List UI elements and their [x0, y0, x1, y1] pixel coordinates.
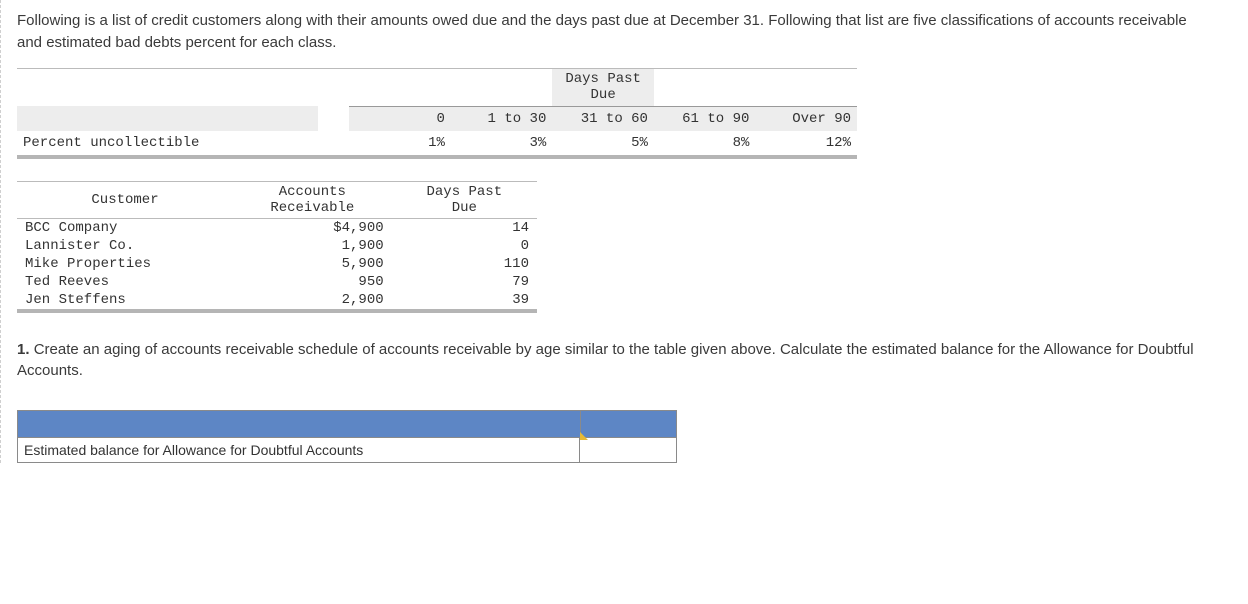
empty-cell [755, 69, 857, 107]
answer-header-bar [17, 410, 677, 437]
percent-row-label: Percent uncollectible [17, 131, 318, 155]
days-header: Days PastDue [392, 182, 537, 219]
customer-table-wrap: Customer AccountsReceivable Days PastDue… [17, 181, 537, 313]
customer-days: 14 [392, 218, 537, 237]
customer-header: Customer [17, 182, 233, 219]
customer-ar: 5,900 [233, 255, 392, 273]
customer-name: Ted Reeves [17, 273, 233, 291]
days-header-label: Days PastDue [427, 184, 503, 216]
percent-header-row-2: 0 1 to 30 31 to 60 61 to 90 Over 90 [17, 106, 857, 131]
bucket-header: 1 to 30 [451, 106, 552, 131]
answer-row: Estimated balance for Allowance for Doub… [17, 437, 677, 463]
customer-days: 79 [392, 273, 537, 291]
gap-cell [318, 106, 350, 131]
bucket-header: Over 90 [755, 106, 857, 131]
gap-cell [318, 131, 350, 155]
customer-ar: $4,900 [233, 218, 392, 237]
customer-header-label: Customer [91, 192, 158, 208]
customer-name: Mike Properties [17, 255, 233, 273]
empty-cell [349, 69, 450, 107]
question-paragraph: 1. Create an aging of accounts receivabl… [17, 339, 1194, 383]
question-text: Create an aging of accounts receivable s… [17, 341, 1194, 380]
percent-value: 1% [349, 131, 450, 155]
intro-paragraph: Following is a list of credit customers … [17, 10, 1194, 54]
table-row: BCC Company $4,900 14 [17, 218, 537, 237]
percent-value: 8% [654, 131, 755, 155]
question-number: 1. [17, 341, 30, 358]
page-container: Following is a list of credit customers … [0, 0, 1210, 463]
percent-value: 12% [755, 131, 857, 155]
group-header-cell: Days Past Due [552, 69, 654, 107]
table-row: Jen Steffens 2,900 39 [17, 291, 537, 309]
bucket-header: 61 to 90 [654, 106, 755, 131]
table-row: Mike Properties 5,900 110 [17, 255, 537, 273]
ar-header: AccountsReceivable [233, 182, 392, 219]
bucket-header: 0 [349, 106, 450, 131]
answer-label: Estimated balance for Allowance for Doub… [18, 438, 580, 462]
customer-header-row: Customer AccountsReceivable Days PastDue [17, 182, 537, 219]
percent-value: 3% [451, 131, 552, 155]
allowance-input[interactable] [580, 438, 676, 462]
empty-cell [17, 69, 318, 107]
empty-cell [654, 69, 755, 107]
customer-ar: 2,900 [233, 291, 392, 309]
customer-name: Lannister Co. [17, 237, 233, 255]
empty-cell [17, 106, 318, 131]
answer-input-cell[interactable] [580, 438, 676, 462]
customer-ar: 1,900 [233, 237, 392, 255]
customer-days: 0 [392, 237, 537, 255]
percent-table: Days Past Due 0 1 to 30 31 to 60 61 to 9… [17, 69, 857, 155]
ar-header-label: AccountsReceivable [270, 184, 354, 216]
answer-box: Estimated balance for Allowance for Doub… [17, 410, 677, 463]
percent-value-row: Percent uncollectible 1% 3% 5% 8% 12% [17, 131, 857, 155]
customer-table: Customer AccountsReceivable Days PastDue… [17, 182, 537, 309]
table-row: Lannister Co. 1,900 0 [17, 237, 537, 255]
customer-days: 39 [392, 291, 537, 309]
blue-bar-right [581, 411, 676, 437]
percent-table-wrap: Days Past Due 0 1 to 30 31 to 60 61 to 9… [17, 68, 857, 159]
empty-cell [451, 69, 552, 107]
blue-bar-left [18, 411, 581, 437]
customer-name: Jen Steffens [17, 291, 233, 309]
customer-ar: 950 [233, 273, 392, 291]
bucket-header: 31 to 60 [552, 106, 654, 131]
percent-value: 5% [552, 131, 654, 155]
gap-cell [318, 69, 350, 107]
days-past-due-label: Days Past Due [560, 71, 646, 104]
percent-header-row-1: Days Past Due [17, 69, 857, 107]
table-row: Ted Reeves 950 79 [17, 273, 537, 291]
customer-days: 110 [392, 255, 537, 273]
customer-name: BCC Company [17, 218, 233, 237]
